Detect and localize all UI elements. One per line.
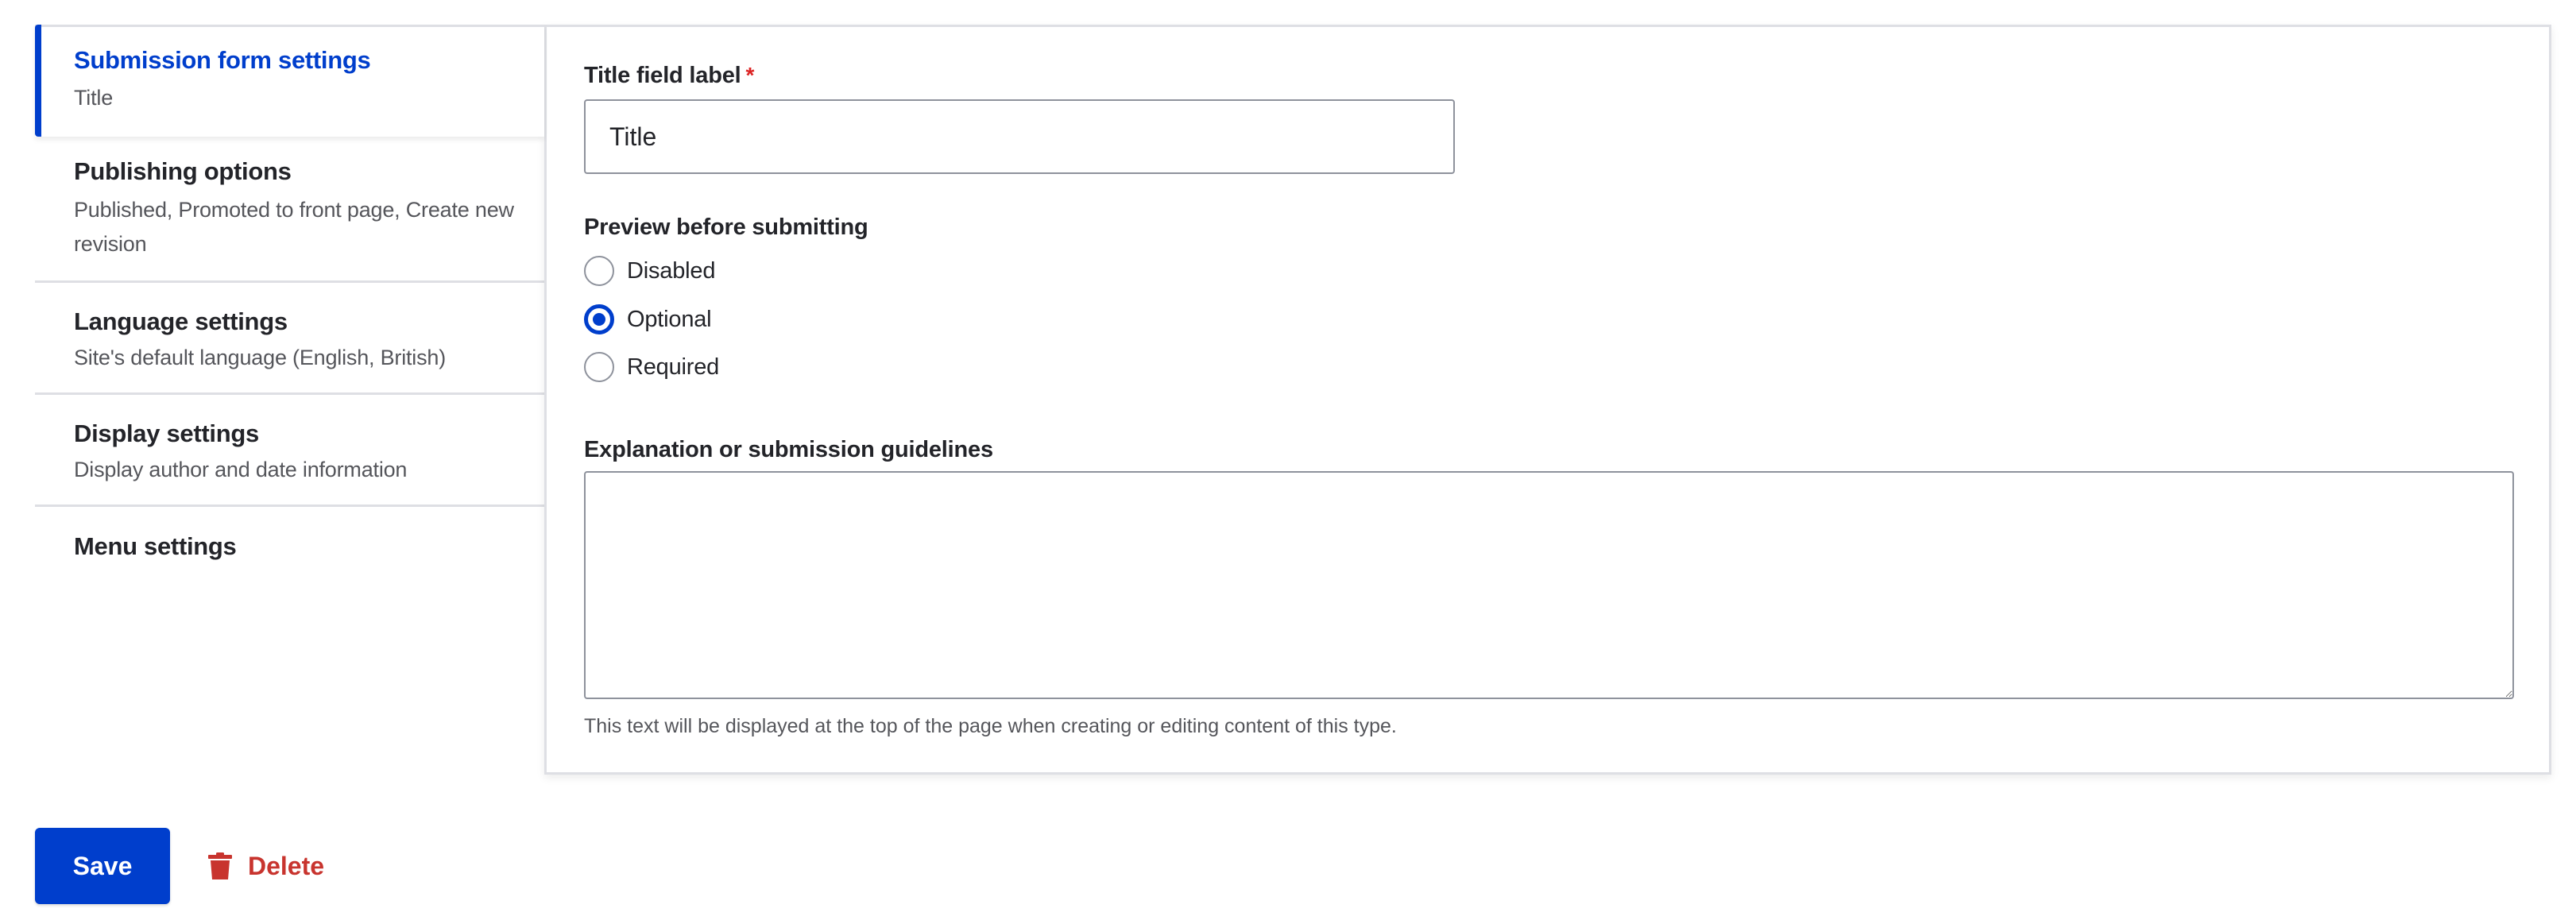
required-marker: * [745, 63, 755, 87]
radio-button[interactable] [584, 256, 614, 286]
vertical-tab-summary: Published, Promoted to front page, Creat… [74, 198, 514, 256]
guidelines-label: Explanation or submission guidelines [584, 437, 993, 462]
title-field-input[interactable] [584, 99, 1455, 174]
vertical-tab-summary: Title [74, 86, 114, 110]
vertical-tab-title: Language settings [74, 307, 288, 335]
radio-label: Disabled [627, 257, 716, 284]
vertical-tab-display-settings[interactable]: Display settings Display author and date… [35, 395, 544, 505]
radio-option-required[interactable]: Required [584, 351, 719, 383]
vertical-tab-summary: Display author and date information [74, 458, 408, 481]
save-button[interactable]: Save [35, 828, 170, 904]
vertical-tab-title: Submission form settings [74, 46, 371, 74]
vertical-tab-summary: Site's default language (English, Britis… [74, 346, 447, 369]
vertical-tab-title: Display settings [74, 419, 259, 447]
vertical-tab-title: Menu settings [74, 532, 237, 560]
vertical-tab-language-settings[interactable]: Language settings Site's default languag… [35, 283, 544, 393]
vertical-tab-menu-settings[interactable]: Menu settings [35, 507, 544, 586]
radio-button-checked[interactable] [584, 304, 614, 334]
guidelines-textarea[interactable] [584, 471, 2514, 699]
preview-label: Preview before submitting [584, 215, 868, 240]
trash-icon [208, 852, 232, 879]
submission-form-settings-panel: Title field label* Preview before submit… [544, 25, 2551, 775]
active-tab-indicator [35, 25, 41, 137]
radio-option-disabled[interactable]: Disabled [584, 255, 715, 287]
title-field-label-text: Title field label [584, 63, 741, 88]
vertical-tabs-menu: Submission form settings Title Publishin… [35, 25, 544, 775]
radio-option-optional[interactable]: Optional [584, 303, 712, 335]
delete-link[interactable]: Delete [208, 845, 324, 887]
guidelines-help-text: This text will be displayed at the top o… [584, 715, 1397, 737]
vertical-tab-submission-form-settings[interactable]: Submission form settings Title [35, 25, 544, 137]
delete-label: Delete [248, 851, 325, 880]
vertical-tab-title: Publishing options [74, 157, 292, 185]
radio-label: Optional [627, 306, 712, 332]
title-field-label: Title field label * [584, 63, 754, 89]
vertical-tab-publishing-options[interactable]: Publishing options Published, Promoted t… [35, 137, 544, 281]
radio-label: Required [627, 354, 720, 380]
radio-button[interactable] [584, 352, 614, 382]
